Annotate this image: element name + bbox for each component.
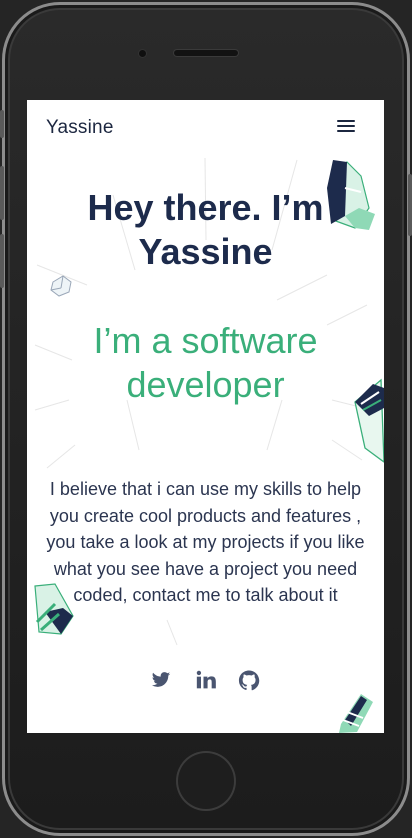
navbar: Yassine — [27, 100, 384, 156]
front-camera — [139, 50, 146, 57]
decorative-striped-shape-bottom-right — [339, 694, 373, 733]
decorative-small-cube-left — [50, 275, 72, 297]
hero-title: Hey there. I’m Yassine — [87, 187, 324, 272]
twitter-icon[interactable] — [150, 670, 174, 694]
github-icon[interactable] — [238, 670, 262, 694]
mute-switch — [0, 110, 4, 138]
social-links — [27, 670, 384, 696]
home-button[interactable] — [176, 751, 236, 811]
earpiece-speaker — [174, 50, 238, 56]
linkedin-icon[interactable] — [195, 670, 219, 694]
hero-description: I believe that i can use my skills to he… — [46, 479, 365, 605]
power-button — [408, 174, 412, 236]
volume-down-button — [0, 234, 4, 288]
screen: Yassine Hey there. I’m Yassine I’m a sof… — [27, 100, 384, 733]
volume-up-button — [0, 166, 4, 220]
brand-logo-text[interactable]: Yassine — [46, 117, 114, 139]
hero-subtitle: I’m a software developer — [93, 320, 318, 405]
hamburger-menu-icon[interactable] — [336, 118, 356, 134]
